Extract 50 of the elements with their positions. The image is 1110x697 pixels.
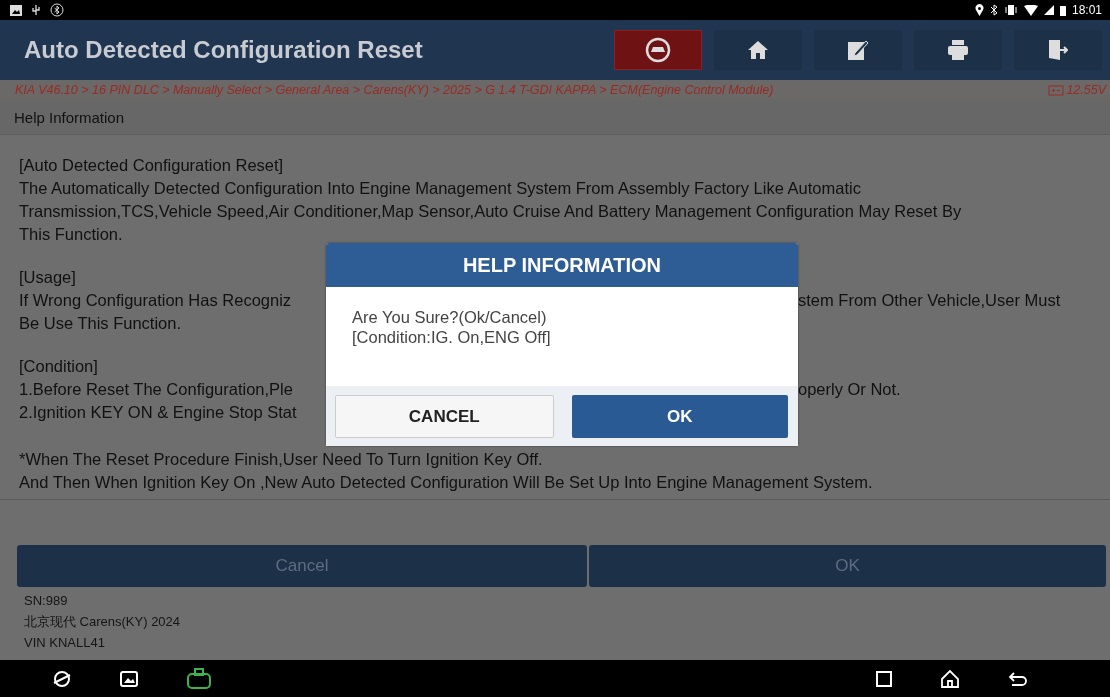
home-icon (747, 40, 769, 60)
edit-icon (847, 39, 869, 61)
help-text: The Automatically Detected Configuration Into Engine Management System From Assembly Factory Like Automatic (19, 178, 861, 199)
recent-apps-icon[interactable] (876, 670, 892, 687)
signal-icon (1043, 5, 1054, 15)
location-icon (974, 4, 984, 16)
exit-icon (1048, 39, 1068, 61)
bluetooth-icon (989, 4, 998, 16)
dialog-message: Are You Sure?(Ok/Cancel) (352, 307, 547, 327)
bluetooth-circle-icon (50, 3, 64, 17)
help-text: *When The Reset Procedure Finish,User Need To Turn Ignition Key Off. (19, 449, 543, 470)
back-icon[interactable] (1008, 670, 1028, 687)
printer-icon (947, 40, 969, 60)
vehicle-info-text: SN:989 (24, 592, 68, 610)
battery-icon (1059, 4, 1066, 16)
help-text: [Usage] (19, 267, 76, 288)
image-icon (10, 4, 22, 16)
help-text: 2.Ignition KEY ON & Engine Stop Stat (19, 402, 297, 423)
dialog-title: HELP INFORMATION (326, 243, 798, 287)
home-button[interactable] (714, 30, 802, 70)
dialog-message: [Condition:IG. On,ENG Off] (352, 327, 551, 347)
vehicle-info-text: VIN KNALL41 (24, 634, 105, 652)
help-text: 1.Before Reset The Configuration,Ple (19, 379, 294, 400)
edit-button[interactable] (814, 30, 902, 70)
breadcrumb-path: KIA V46.10 > 16 PIN DLC > Manually Select > General Area > Carens(KY) > 2025 > G 1.4 T-GDI KAPPA > ECM(Engine Control Module) (15, 83, 774, 97)
help-text: [Condition] (19, 356, 98, 377)
help-text: This Function. (19, 224, 123, 245)
vibrate-icon (1003, 4, 1018, 16)
ok-button[interactable]: OK (571, 395, 788, 438)
cancel-button[interactable]: CANCEL (335, 395, 554, 438)
screen-title: Auto Detected Configuration Reset (24, 36, 424, 64)
help-text: stem From Other Vehicle,User Must (798, 290, 1061, 311)
home-nav-icon[interactable] (940, 668, 960, 689)
clock: 18:01 (1071, 3, 1102, 17)
wifi-icon (1023, 4, 1038, 16)
help-text: [Auto Detected Configuration Reset] (19, 155, 284, 176)
vci-icon[interactable] (186, 667, 212, 690)
vehicle-info-text: 北京现代 Carens(KY) 2024 (24, 613, 181, 631)
help-text: Transmission,TCS,Vehicle Speed,Air Conditioner,Map Sensor,Auto Cruise And Battery Management Configuration May Reset By (19, 201, 962, 222)
help-text: operly Or Not. (798, 379, 901, 400)
voltage-reading: 12.55V (1066, 83, 1106, 97)
section-title: Help Information (14, 108, 125, 126)
print-button[interactable] (914, 30, 1002, 70)
battery-voltage-icon (1048, 84, 1065, 96)
car-button[interactable] (614, 30, 702, 70)
help-text: Be Use This Function. (19, 313, 182, 334)
help-text: And Then When Ignition Key On ,New Auto Detected Configuration Will Be Set Up Into Engine Management System. (19, 472, 873, 493)
exit-button[interactable] (1014, 30, 1102, 70)
gallery-icon[interactable] (120, 670, 138, 687)
help-text: If Wrong Configuration Has Recogniz (19, 290, 293, 311)
